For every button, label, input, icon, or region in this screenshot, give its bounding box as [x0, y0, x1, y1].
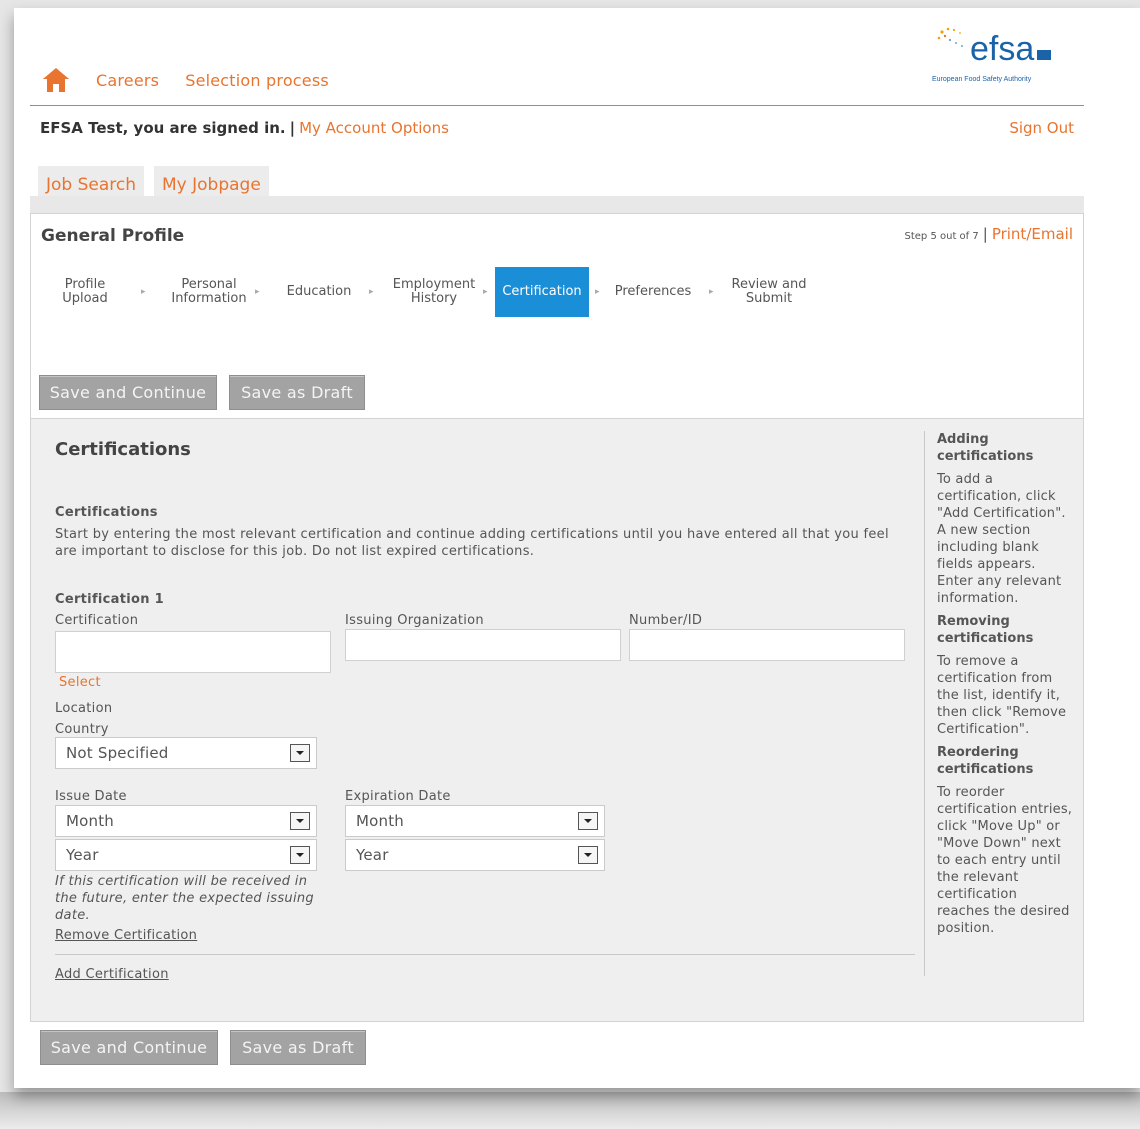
separator: |	[289, 119, 296, 137]
print-email-link[interactable]: Print/Email	[992, 225, 1073, 243]
certifications-panel: Certifications Certifications Start by e…	[30, 418, 1084, 1022]
location-label: Location	[55, 701, 113, 716]
removing-help-title: Removing certifications	[937, 614, 1034, 646]
certifications-intro: Start by entering the most relevant cert…	[55, 527, 889, 559]
step-employment-history[interactable]: Employment History	[379, 267, 489, 317]
dropdown-arrow-icon[interactable]	[290, 812, 310, 830]
expiration-year-value: Year	[356, 846, 389, 864]
issue-month-value: Month	[66, 812, 115, 830]
general-profile-panel: General Profile Step 5 out of 7 | Print/Em…	[30, 213, 1084, 420]
my-account-options-link[interactable]: My Account Options	[299, 119, 449, 137]
logo-subtitle: European Food Safety Authority	[932, 76, 1032, 83]
add-certification-link[interactable]: Add Certification	[55, 967, 169, 982]
step-personal-information[interactable]: Personal Information	[151, 267, 267, 317]
removing-help-text: To remove a certification from the list,…	[937, 654, 1067, 737]
step-preferences[interactable]: Preferences	[607, 267, 699, 317]
certifications-heading: Certifications	[55, 439, 191, 460]
home-icon[interactable]	[42, 67, 70, 93]
section-divider	[55, 954, 915, 955]
footer-save-and-continue-button[interactable]: Save and Continue	[40, 1030, 218, 1065]
step-profile-upload[interactable]: Profile Upload	[47, 267, 123, 317]
issue-month-select[interactable]: Month	[55, 805, 317, 837]
remove-certification-link[interactable]: Remove Certification	[55, 928, 197, 943]
issuing-organization-input[interactable]	[345, 629, 621, 661]
separator: |	[982, 225, 988, 243]
step-arrow-icon: ▸	[369, 287, 374, 297]
certification-input[interactable]	[55, 631, 331, 673]
adding-help-text: To add a certification, click "Add Certi…	[937, 472, 1066, 606]
sign-out-link[interactable]: Sign Out	[1009, 119, 1074, 137]
expiration-month-select[interactable]: Month	[345, 805, 605, 837]
step-arrow-icon: ▸	[255, 287, 260, 297]
step-review-and-submit[interactable]: Review and Submit	[719, 267, 819, 317]
logo-text: efsa	[970, 30, 1035, 68]
country-select-value: Not Specified	[66, 744, 169, 762]
step-arrow-icon: ▸	[141, 287, 146, 297]
dropdown-arrow-icon[interactable]	[290, 846, 310, 864]
country-select[interactable]: Not Specified	[55, 737, 317, 769]
dropdown-arrow-icon[interactable]	[290, 744, 310, 762]
signed-in-text: EFSA Test, you are signed in.	[40, 119, 286, 137]
select-certification-link[interactable]: Select	[59, 675, 101, 690]
reordering-help-title: Reordering certifications	[937, 745, 1034, 777]
nav-selection-process-link[interactable]: Selection process	[185, 71, 329, 90]
top-navigation: Careers Selection process	[42, 60, 355, 100]
certification-field-label: Certification	[55, 613, 139, 628]
issuing-organization-label: Issuing Organization	[345, 613, 484, 628]
nav-careers-link[interactable]: Careers	[96, 71, 159, 90]
expiration-year-select[interactable]: Year	[345, 839, 605, 871]
footer-save-as-draft-button[interactable]: Save as Draft	[230, 1030, 366, 1065]
expiration-month-value: Month	[356, 812, 405, 830]
efsa-logo: efsa European Food Safety Authority	[932, 26, 1062, 90]
eu-flag-icon	[1037, 50, 1051, 60]
country-label: Country	[55, 722, 109, 737]
save-and-continue-button[interactable]: Save and Continue	[39, 375, 217, 410]
issue-year-value: Year	[66, 846, 99, 864]
certification-1-label: Certification 1	[55, 592, 164, 607]
step-arrow-icon: ▸	[483, 287, 488, 297]
step-indicator: Step 5 out of 7 | Print/Email	[905, 225, 1073, 243]
future-date-note: If this certification will be received i…	[55, 874, 314, 923]
number-id-label: Number/ID	[629, 613, 703, 628]
step-arrow-icon: ▸	[709, 287, 714, 297]
step-count: Step 5 out of 7	[904, 231, 979, 242]
reordering-help-text: To reorder certification entries, click …	[937, 785, 1073, 936]
logo-stars-icon	[937, 27, 963, 47]
dropdown-arrow-icon[interactable]	[578, 812, 598, 830]
adding-help-title: Adding certifications	[937, 432, 1034, 464]
step-education[interactable]: Education	[267, 267, 371, 317]
issue-date-label: Issue Date	[55, 789, 127, 804]
number-id-input[interactable]	[629, 629, 905, 661]
tab-strip	[30, 196, 1084, 214]
page: Careers Selection process efsa European …	[14, 8, 1140, 1088]
page-title: General Profile	[41, 226, 185, 246]
dropdown-arrow-icon[interactable]	[578, 846, 598, 864]
expiration-date-label: Expiration Date	[345, 789, 451, 804]
help-sidebar: Adding certifications To add a certifica…	[924, 431, 1073, 976]
save-as-draft-button[interactable]: Save as Draft	[229, 375, 365, 410]
certifications-section-label: Certifications	[55, 505, 158, 520]
step-certification[interactable]: Certification	[495, 267, 589, 317]
issue-year-select[interactable]: Year	[55, 839, 317, 871]
signed-in-bar: EFSA Test, you are signed in. | My Account…	[40, 119, 449, 137]
header-divider	[30, 105, 1084, 106]
page-shadow	[0, 1092, 1140, 1129]
step-arrow-icon: ▸	[595, 287, 600, 297]
